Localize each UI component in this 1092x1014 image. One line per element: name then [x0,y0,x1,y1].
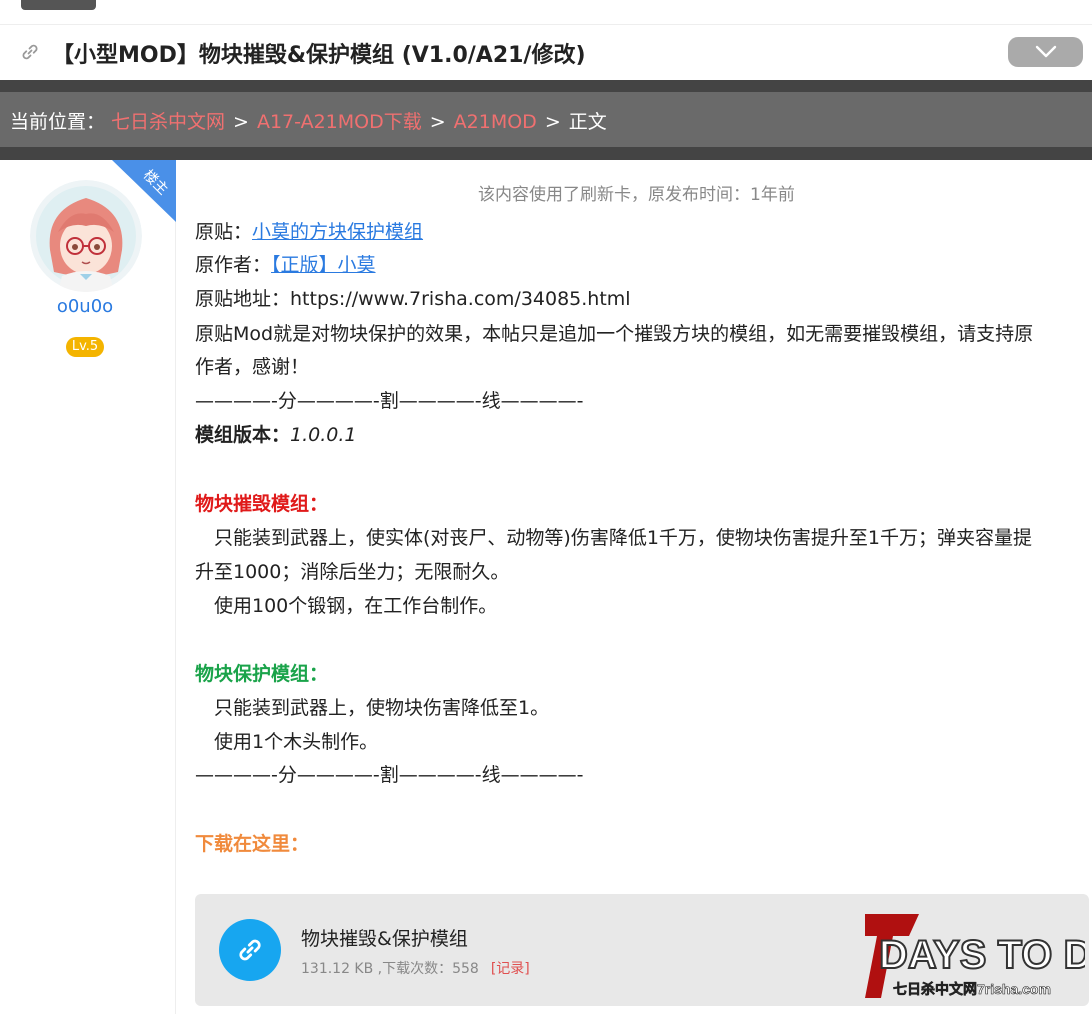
protect-line-1: 只能装到武器上，使物块伤害降低至1。 [195,697,550,719]
breadcrumb-item-subcategory[interactable]: A21MOD [454,111,537,133]
breadcrumb-current: 正文 [568,111,607,133]
expand-button[interactable] [1008,37,1083,67]
avatar[interactable] [30,180,142,292]
breadcrumb-separator: > [544,111,561,133]
page-title: 【小型MOD】物块摧毁&保护模组 (V1.0/A21/修改) [52,43,586,68]
title-bar: 【小型MOD】物块摧毁&保护模组 (V1.0/A21/修改) [0,25,1092,80]
top-tab-stub [21,0,96,10]
protect-heading: 物块保护模组： [195,663,329,685]
breadcrumb-separator: > [429,111,446,133]
divider-line: ————-分————-割————-线————- [195,390,584,412]
orig-author-link[interactable]: 【正版】小莫 [271,254,376,276]
orig-url-line: 原贴地址：https://www.7risha.com/34085.html [195,283,631,316]
download-record-link[interactable]: [记录] [491,961,530,977]
version-line: 模组版本：1.0.0.1 [195,419,357,452]
svg-text:七日杀中文网7risha.com: 七日杀中文网7risha.com [893,981,1051,997]
orig-post-link[interactable]: 小莫的方块保护模组 [252,221,423,243]
protect-line-2: 使用1个木头制作。 [195,731,379,753]
breadcrumb-separator: > [233,111,249,133]
destroy-line-3: 使用100个锻钢，在工作台制作。 [195,595,498,617]
download-heading: 下载在这里： [195,833,310,855]
orig-url: https://www.7risha.com/34085.html [290,288,631,310]
intro-line-1: 原贴Mod就是对物块保护的效果，本帖只是追加一个摧毁方块的模组，如无需要摧毁模组… [195,323,1034,345]
watermark-logo: DAYS TO DIE 七日杀中文网7risha.com [863,906,1092,1002]
orig-author-line: 原作者：【正版】小莫 [195,249,376,282]
download-file-name[interactable]: 物块摧毁&保护模组 [301,924,468,951]
link-icon [239,939,261,961]
download-link-button[interactable] [219,919,281,981]
chevron-down-icon [1035,45,1057,58]
orig-author-label: 原作者： [195,254,272,276]
version-label: 模组版本： [195,424,291,446]
divider-line: ————-分————-割————-线————- [195,764,584,786]
version-value: 1.0.0.1 [290,424,357,446]
intro-line-2: 作者，感谢！ [195,356,310,378]
post-meta: 该内容使用了刷新卡，原发布时间：1年前 [478,185,795,205]
breadcrumb-item-category[interactable]: A17-A21MOD下载 [257,111,422,133]
post: 楼主 o0u0o Lv.5 该内容使用了刷新卡，原发布时间：1年前 原贴：小莫的… [0,160,1092,1014]
orig-post-label: 原贴： [195,221,253,243]
breadcrumb-item-home[interactable]: 七日杀中文网 [111,111,225,133]
destroy-line-2: 升至1000；消除后坐力；无限耐久。 [195,561,510,583]
author-sidebar: 楼主 o0u0o Lv.5 [0,160,176,1014]
destroy-line-1: 只能装到武器上，使实体(对丧尸、动物等)伤害降低1千万，使物块伤害提升至1千万；… [195,527,1033,549]
destroy-heading: 物块摧毁模组： [195,493,329,515]
svg-text:DAYS TO DIE: DAYS TO DIE [879,933,1085,977]
orig-post-line: 原贴：小莫的方块保护模组 [195,216,423,249]
breadcrumb-prefix: 当前位置： [10,111,106,133]
orig-url-label: 原贴地址： [195,288,291,310]
breadcrumb: 当前位置： 七日杀中文网 > A17-A21MOD下载 > A21MOD > 正文 [0,92,1092,147]
link-icon [20,42,40,62]
level-badge: Lv.5 [66,337,104,357]
download-meta: 131.12 KB ,下载次数：558 [记录] [301,958,530,978]
download-card: 物块摧毁&保护模组 131.12 KB ,下载次数：558 [记录] DAYS T… [195,894,1092,1006]
author-name[interactable]: o0u0o [0,296,170,317]
download-size-info: 131.12 KB ,下载次数：558 [301,961,479,977]
